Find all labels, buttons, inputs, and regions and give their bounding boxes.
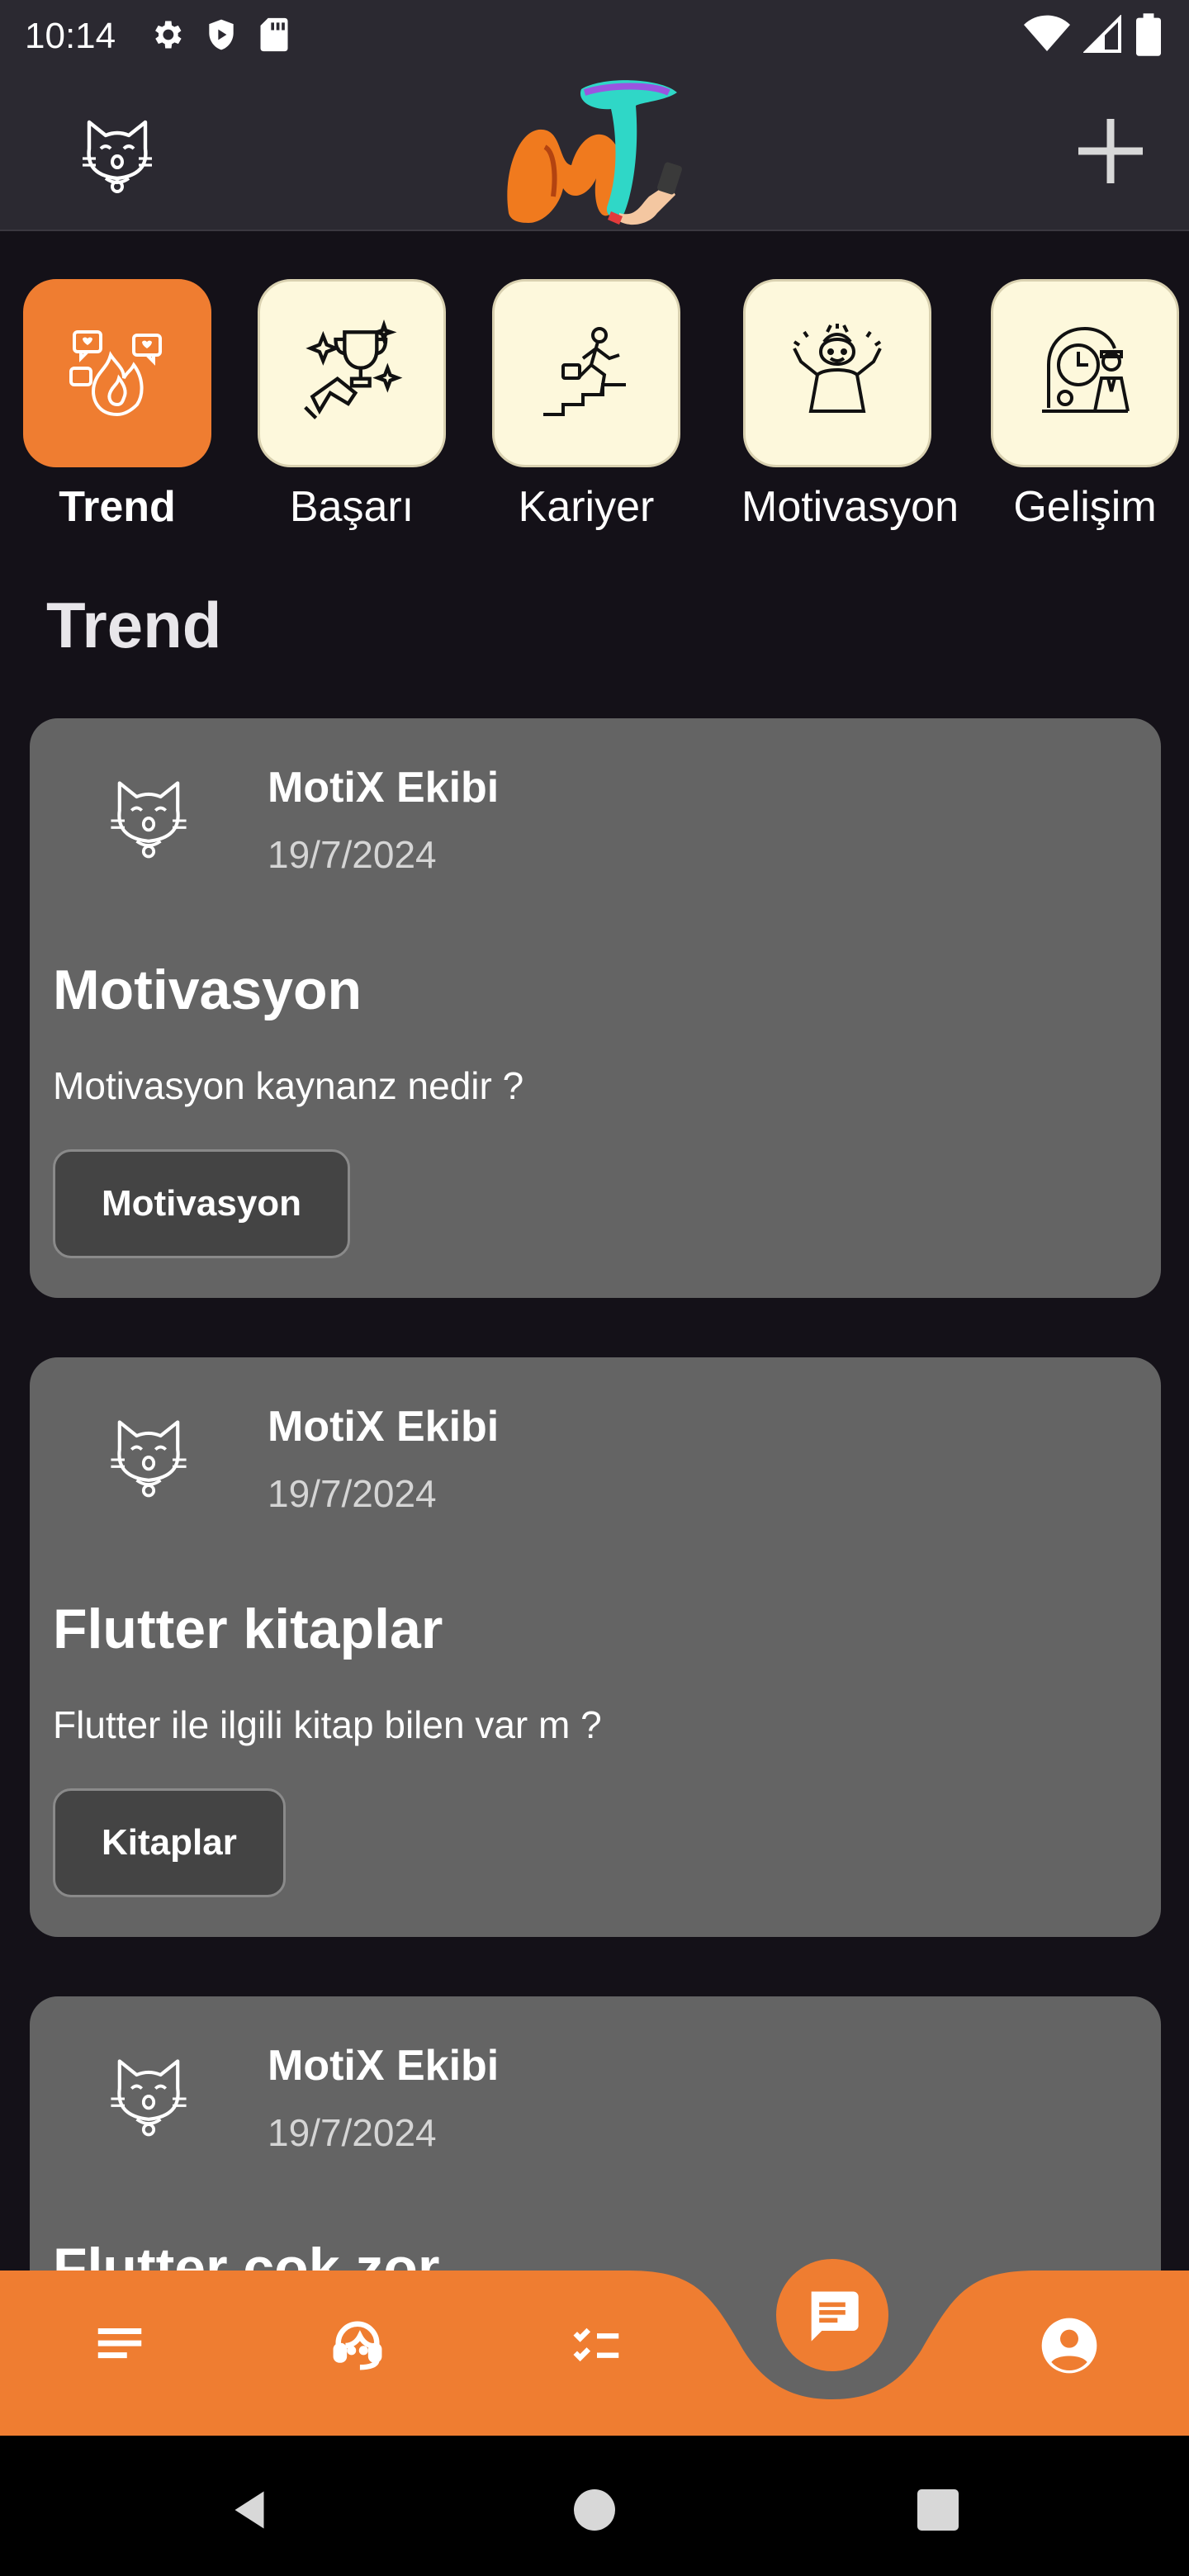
plus-icon[interactable] [1073,114,1148,188]
account-circle-icon[interactable] [1024,2300,1115,2391]
category-tile [991,279,1179,467]
post-tag-button[interactable]: Motivasyon [53,1149,351,1258]
cat-avatar-icon[interactable] [76,112,159,195]
trend-chat-fire-icon [68,322,167,425]
category-gelisim[interactable]: Gelişim [989,279,1181,532]
category-basari[interactable]: Başarı [256,279,448,532]
status-right-icons [1024,13,1161,60]
shield-icon [203,17,239,57]
post-body: Motivasyon kaynanz nedir ? [53,1064,524,1107]
category-label: Motivasyon [741,483,959,531]
gear-icon [149,17,185,57]
category-kariyer[interactable]: Kariyer [490,279,682,532]
category-label: Kariyer [518,483,655,531]
category-label: Başarı [289,483,414,531]
system-navigation-bar [0,2436,1189,2576]
chat-icon[interactable] [776,2259,888,2371]
category-trend[interactable]: Trend [21,279,213,532]
category-tile [23,279,211,467]
post-title: Motivasyon [53,959,362,1021]
cat-avatar-icon [106,773,192,869]
post-author: MotiX Ekibi [268,764,500,812]
trophy-icon [298,318,405,429]
section-title: Trend [46,589,222,661]
motivated-person-icon [788,322,887,425]
post-card[interactable]: MotiX Ekibi 19/7/2024 Flutter kitaplar F… [30,1357,1161,1937]
motix-logo [495,73,690,230]
category-strip: Trend Başarı Kariyer Motivasyon Gelişim [0,279,1189,552]
support-agent-icon[interactable] [312,2300,403,2391]
status-time: 10:14 [25,16,116,56]
career-stairs-icon [537,322,636,425]
post-tag-button[interactable]: Kitaplar [53,1788,286,1897]
post-date: 19/7/2024 [268,2111,437,2154]
post-title: Flutter kitaplar [53,1598,443,1660]
post-card[interactable]: MotiX Ekibi 19/7/2024 Motivasyon Motivas… [30,718,1161,1298]
post-date: 19/7/2024 [268,1472,437,1515]
app-screen: 10:14 Trend Başarı Kariyer Motivasyon Ge… [0,0,1189,2576]
home-circle-icon[interactable] [553,2469,636,2551]
post-author: MotiX Ekibi [268,2042,500,2090]
battery-icon [1136,13,1161,60]
back-triangle-icon[interactable] [208,2469,291,2551]
category-label: Trend [59,483,176,531]
category-tile [492,279,680,467]
app-bar [0,73,1189,231]
post-body: Flutter ile ilgili kitap bilen var m ? [53,1703,602,1746]
status-left-icons [149,17,291,57]
checklist-icon[interactable] [552,2300,642,2391]
development-clock-icon [1035,322,1135,425]
category-label: Gelişim [1013,483,1157,531]
wifi-icon [1024,15,1070,59]
recents-square-icon[interactable] [897,2469,979,2551]
category-tile [743,279,931,467]
menu-lines-icon[interactable] [74,2300,165,2391]
category-tile [258,279,446,467]
sd-card-icon [258,17,291,57]
status-bar: 10:14 [0,0,1189,73]
cat-avatar-icon [106,1412,192,1508]
post-date: 19/7/2024 [268,833,437,876]
category-motivasyon[interactable]: Motivasyon [741,279,959,532]
cell-signal-icon [1082,14,1123,59]
cat-avatar-icon [106,2051,192,2147]
post-author: MotiX Ekibi [268,1403,500,1451]
